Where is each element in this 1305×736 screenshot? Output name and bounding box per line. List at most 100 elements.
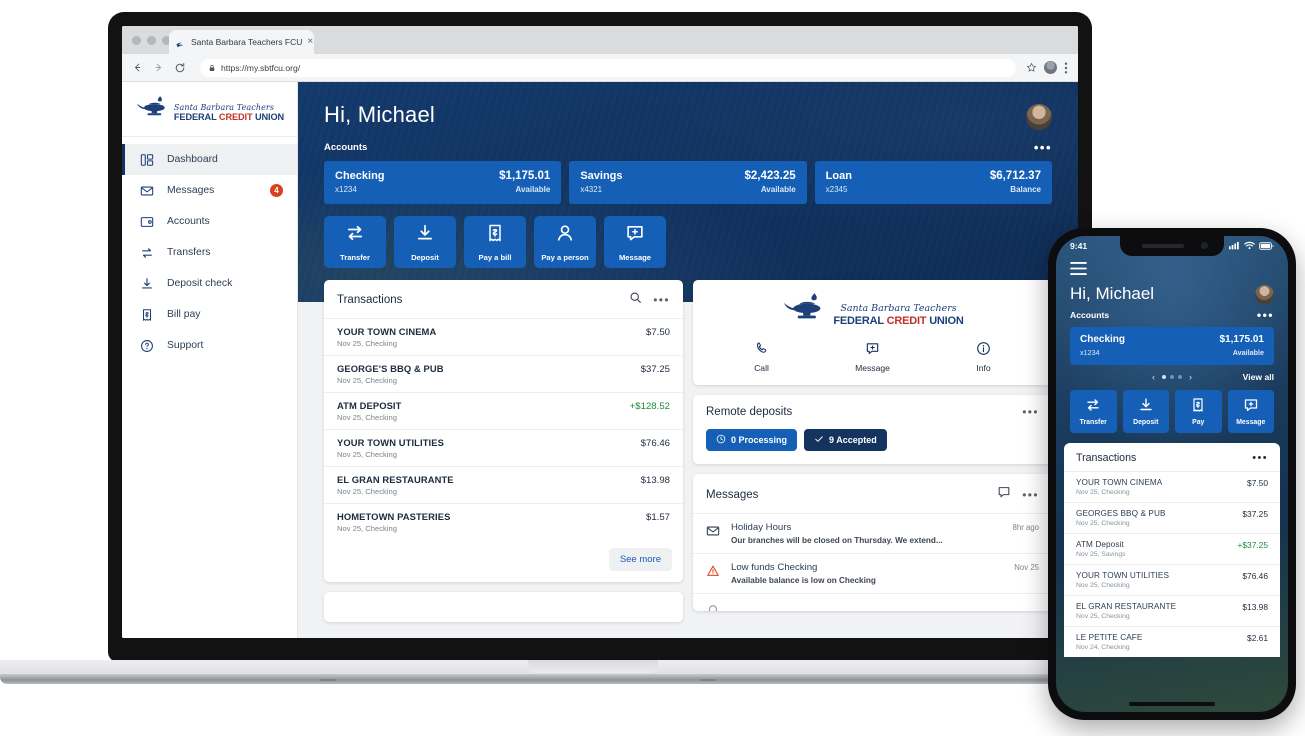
cellular-icon <box>1229 237 1240 255</box>
message-icon[interactable] <box>997 485 1011 504</box>
accounts-overflow-icon[interactable]: ••• <box>1257 309 1274 321</box>
mobile-transactions-panel: Transactions ••• YOUR TOWN CINEMA Nov 25,… <box>1064 443 1280 657</box>
avatar[interactable] <box>1026 104 1052 130</box>
list-item[interactable]: EL GRAN RESTAURANTE Nov 25, Checking $13.9… <box>1064 595 1280 626</box>
mobile-quick-action-deposit[interactable]: Deposit <box>1122 390 1169 433</box>
list-item-partial[interactable] <box>693 593 1052 611</box>
profile-avatar[interactable] <box>1044 61 1057 74</box>
account-amount: $2,423.25 <box>744 170 796 182</box>
close-window-button[interactable] <box>132 36 141 45</box>
avatar[interactable] <box>1255 284 1274 304</box>
next-account-button[interactable]: › <box>1189 372 1192 382</box>
transaction-amount: $7.50 <box>645 327 670 338</box>
table-row[interactable]: HOMETOWN PASTERIES Nov 25, Checking $1.57 <box>324 503 683 540</box>
wifi-icon <box>1244 237 1255 255</box>
back-arrow-icon[interactable] <box>132 62 143 73</box>
forward-arrow-icon[interactable] <box>153 62 164 73</box>
account-card-savings[interactable]: Savings $2,423.25 x4321 Available <box>569 161 807 204</box>
quick-action-transfer[interactable]: Transfer <box>324 216 386 268</box>
accounts-list: Checking $1,175.01 x1234 Available Savings… <box>324 161 1052 204</box>
pager-dots[interactable] <box>1162 375 1182 379</box>
transaction-amount: $76.46 <box>640 438 670 449</box>
contact-action-message[interactable]: Message <box>817 341 928 373</box>
account-amount: $1,175.01 <box>499 170 551 182</box>
transaction-name: YOUR TOWN UTILITIES <box>1076 571 1170 580</box>
sidebar-item-deposit-check[interactable]: Deposit check <box>122 268 297 299</box>
quick-action-deposit[interactable]: Deposit <box>394 216 456 268</box>
transaction-name: LE PETITE CAFE <box>1076 633 1143 642</box>
contact-action-info[interactable]: Info <box>928 341 1039 373</box>
table-row[interactable]: EL GRAN RESTAURANTE Nov 25, Checking $13.9… <box>324 466 683 503</box>
sidebar-item-messages[interactable]: Messages 4 <box>122 175 297 206</box>
quick-action-pay-a-person[interactable]: Pay a person <box>534 216 596 268</box>
mobile-quick-action-message[interactable]: Message <box>1227 390 1274 433</box>
transaction-name: YOUR TOWN UTILITIES <box>337 437 444 448</box>
sidebar-item-support[interactable]: Support <box>122 330 297 361</box>
star-icon[interactable] <box>1026 62 1037 73</box>
table-row[interactable]: GEORGE'S BBQ & PUB Nov 25, Checking $37.25 <box>324 355 683 392</box>
transactions-title: Transactions <box>337 294 403 306</box>
list-item[interactable]: ATM Deposit Nov 25, Savings +$37.25 <box>1064 533 1280 564</box>
sidebar-logo[interactable]: Santa Barbara Teachers FEDERAL CREDIT UN… <box>122 82 297 137</box>
account-name: Checking <box>1080 334 1126 345</box>
messages-overflow-icon[interactable]: ••• <box>1022 489 1039 501</box>
chip-accepted[interactable]: 9 Accepted <box>804 429 887 451</box>
question-circle-icon <box>139 338 154 353</box>
table-row[interactable]: YOUR TOWN CINEMA Nov 25, Checking $7.50 <box>324 318 683 355</box>
see-more-button[interactable]: See more <box>608 548 672 571</box>
close-icon[interactable]: × <box>307 37 313 47</box>
sidebar-item-bill-pay[interactable]: Bill pay <box>122 299 297 330</box>
minimize-window-button[interactable] <box>147 36 156 45</box>
transaction-amount: $37.25 <box>640 364 670 375</box>
home-indicator[interactable] <box>1129 702 1215 706</box>
address-bar[interactable]: https://my.sbtfcu.org/ <box>200 58 1016 77</box>
quick-action-message[interactable]: Message <box>604 216 666 268</box>
sidebar-item-transfers[interactable]: Transfers <box>122 237 297 268</box>
accounts-overflow-icon[interactable]: ••• <box>1034 141 1052 154</box>
transactions-overflow-icon[interactable]: ••• <box>653 294 670 306</box>
browser-tab[interactable]: Santa Barbara Teachers FCU × <box>169 30 314 54</box>
bill-icon <box>485 223 505 248</box>
view-all-button[interactable]: View all <box>1243 372 1274 382</box>
lock-icon <box>208 59 216 77</box>
account-number: x2345 <box>825 185 848 194</box>
list-item[interactable]: GEORGES BBQ & PUB Nov 25, Checking $37.25 <box>1064 502 1280 533</box>
prev-account-button[interactable]: ‹ <box>1152 372 1155 382</box>
sidebar-item-accounts[interactable]: Accounts <box>122 206 297 237</box>
transaction-name: YOUR TOWN CINEMA <box>337 326 437 337</box>
mobile-quick-action-pay[interactable]: Pay <box>1175 390 1222 433</box>
account-name: Checking <box>335 170 385 182</box>
sidebar-item-dashboard[interactable]: Dashboard <box>122 144 297 175</box>
account-balance-type: Available <box>515 185 551 194</box>
mobile-account-card-checking[interactable]: Checking $1,175.01 x1234 Available <box>1070 327 1274 365</box>
bill-icon <box>1190 397 1206 415</box>
reload-icon[interactable] <box>174 62 186 74</box>
page-title: Hi, Michael <box>324 102 436 127</box>
hamburger-menu-icon[interactable] <box>1056 256 1288 280</box>
sidebar-item-label: Bill pay <box>167 309 201 320</box>
chip-processing[interactable]: 0 Processing <box>706 429 798 451</box>
search-icon[interactable] <box>629 291 642 309</box>
remote-deposits-overflow-icon[interactable]: ••• <box>1022 406 1039 418</box>
quick-action-pay-a-bill[interactable]: Pay a bill <box>464 216 526 268</box>
battery-icon <box>1259 237 1274 255</box>
list-item[interactable]: Low funds Checking Nov 25 Available balan… <box>693 553 1052 593</box>
window-traffic-lights[interactable] <box>132 36 171 45</box>
message-plus-icon <box>865 341 880 358</box>
list-item[interactable]: YOUR TOWN CINEMA Nov 25, Checking $7.50 <box>1064 471 1280 502</box>
table-row[interactable]: YOUR TOWN UTILITIES Nov 25, Checking $76.4… <box>324 429 683 466</box>
account-card-loan[interactable]: Loan $6,712.37 x2345 Balance <box>814 161 1052 204</box>
mobile-transactions-overflow-icon[interactable]: ••• <box>1252 452 1268 464</box>
account-card-checking[interactable]: Checking $1,175.01 x1234 Available <box>324 161 562 204</box>
table-row[interactable]: ATM DEPOSIT Nov 25, Checking +$128.52 <box>324 392 683 429</box>
list-item[interactable]: LE PETITE CAFE Nov 24, Checking $2.61 <box>1064 626 1280 657</box>
list-item[interactable]: YOUR TOWN UTILITIES Nov 25, Checking $76.4… <box>1064 564 1280 595</box>
list-item[interactable]: Holiday Hours 8hr ago Our branches will b… <box>693 513 1052 553</box>
contact-action-call[interactable]: Call <box>706 341 817 373</box>
mobile-quick-action-transfer[interactable]: Transfer <box>1070 390 1117 433</box>
browser-tab-bar: Santa Barbara Teachers FCU × <box>122 26 1078 54</box>
web-app: Santa Barbara Teachers FEDERAL CREDIT UN… <box>122 82 1078 638</box>
hero-header: Hi, Michael <box>324 82 1052 130</box>
kebab-menu-icon[interactable] <box>1064 62 1068 74</box>
browser-tab-title: Santa Barbara Teachers FCU <box>191 37 303 47</box>
